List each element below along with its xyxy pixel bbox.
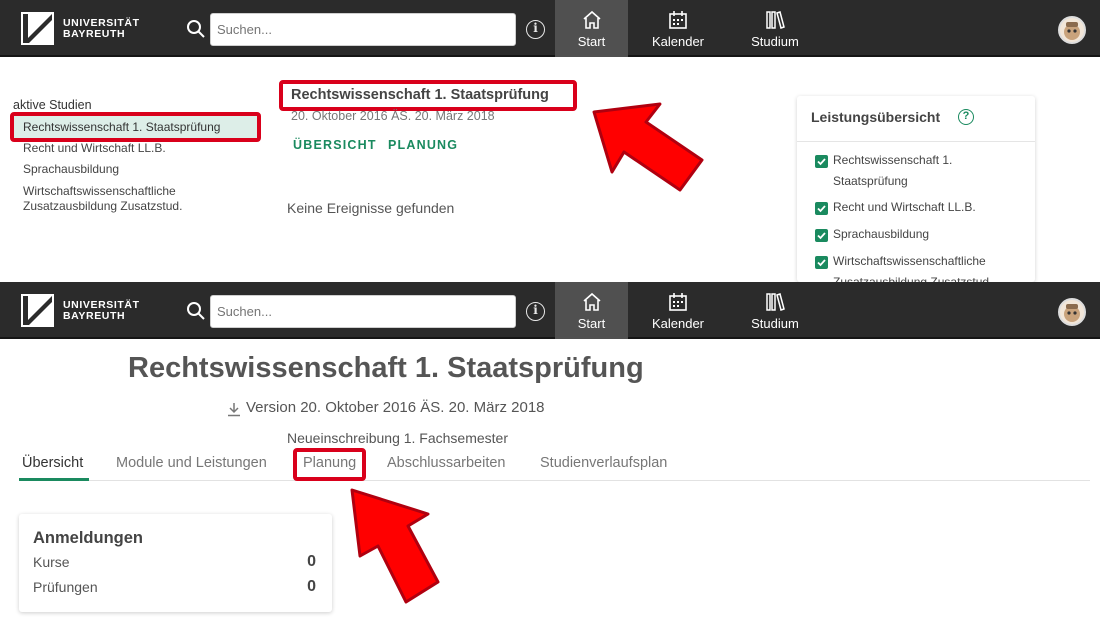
checkbox-checked[interactable] — [815, 256, 828, 269]
nav-start-label: Start — [577, 34, 606, 49]
search-input[interactable] — [210, 13, 516, 46]
tab-uebersicht[interactable]: Übersicht — [22, 455, 83, 471]
nav-kalender-label: Kalender — [651, 34, 705, 49]
search-icon[interactable] — [186, 19, 206, 39]
nav-studium[interactable]: Studium — [740, 0, 810, 57]
nav-start-label: Start — [577, 316, 606, 331]
books-icon — [766, 11, 785, 29]
university-logo[interactable]: UNIVERSITÄT BAYREUTH — [21, 12, 141, 45]
nav-kalender[interactable]: Kalender — [640, 282, 716, 339]
books-icon — [766, 293, 785, 311]
info-icon[interactable]: i — [526, 302, 545, 321]
active-tab-indicator — [19, 478, 89, 481]
user-avatar[interactable] — [1058, 16, 1086, 44]
checkbox-checked[interactable] — [815, 229, 828, 242]
enrollment-text: Neueinschreibung 1. Fachsemester — [287, 430, 509, 446]
performance-overview-card: Leistungsübersicht ? Rechtswissenschaft … — [797, 96, 1035, 282]
search-input[interactable] — [210, 295, 516, 328]
registrations-title: Anmeldungen — [33, 529, 143, 547]
registrations-card: Anmeldungen Kurse 0 Prüfungen 0 — [19, 514, 332, 612]
sidebar-item-recht-wirtschaft[interactable]: Recht und Wirtschaft LL.B. — [23, 141, 166, 156]
nav-studium-label: Studium — [751, 34, 799, 49]
tab-abschlussarbeiten[interactable]: Abschlussarbeiten — [387, 455, 506, 471]
tab-studienverlaufsplan[interactable]: Studienverlaufsplan — [540, 455, 667, 471]
logo-line2: BAYREUTH — [63, 27, 126, 40]
logo-mark-icon — [21, 294, 54, 327]
no-events-text: Keine Ereignisse gefunden — [287, 200, 455, 216]
study-version: 20. Oktober 2016 ÄS. 20. März 2018 — [291, 109, 495, 123]
checkbox-checked[interactable] — [815, 202, 828, 215]
logo-line1: UNIVERSITÄT — [63, 298, 140, 311]
highlight-box-sidebar — [10, 112, 261, 142]
nav-start[interactable]: Start — [555, 0, 628, 57]
checkbox-checked[interactable] — [815, 155, 828, 168]
version-text[interactable]: Version 20. Oktober 2016 ÄS. 20. März 20… — [246, 399, 545, 416]
checkbox-label: Sprachausbildung — [833, 227, 930, 241]
highlight-box-planung — [293, 448, 366, 481]
calendar-icon — [669, 11, 687, 29]
download-icon[interactable] — [227, 402, 241, 417]
nav-kalender[interactable]: Kalender — [640, 0, 716, 57]
top-header-2: UNIVERSITÄT BAYREUTH i Start Kalender St… — [0, 282, 1100, 339]
university-logo[interactable]: UNIVERSITÄT BAYREUTH — [21, 294, 141, 327]
checkbox-label: Rechtswissenschaft 1. Staatsprüfung — [833, 153, 953, 188]
nav-studium[interactable]: Studium — [740, 282, 810, 339]
logo-mark-icon — [21, 12, 54, 45]
performance-title: Leistungsübersicht — [811, 109, 941, 125]
tabs-divider — [19, 480, 1090, 481]
logo-line1: UNIVERSITÄT — [63, 16, 140, 29]
registration-row-label: Kurse — [33, 554, 70, 570]
home-icon — [582, 292, 601, 311]
nav-kalender-label: Kalender — [651, 316, 705, 331]
home-icon — [582, 10, 601, 29]
checkbox-label: Recht und Wirtschaft LL.B. — [833, 200, 976, 214]
registration-row-label: Prüfungen — [33, 579, 98, 595]
tab-module-leistungen[interactable]: Module und Leistungen — [116, 455, 267, 471]
page-title: Rechtswissenschaft 1. Staatsprüfung — [128, 352, 644, 384]
logo-line2: BAYREUTH — [63, 309, 126, 322]
registration-row-value: 0 — [307, 578, 316, 595]
checkbox-label: Wirtschaftswissenschaftliche Zusatzausbi… — [833, 254, 993, 282]
nav-start[interactable]: Start — [555, 282, 628, 339]
red-arrow-icon — [350, 488, 440, 604]
info-icon[interactable]: i — [526, 20, 545, 39]
top-header-1: UNIVERSITÄT BAYREUTH i Start Kalender St… — [0, 0, 1100, 57]
link-planung[interactable]: PLANUNG — [388, 138, 458, 152]
search-icon[interactable] — [186, 301, 206, 321]
active-studies-heading: aktive Studien — [13, 98, 92, 112]
sidebar-item-wirtschaftswissenschaftliche[interactable]: Wirtschaftswissenschaftliche Zusatzausbi… — [23, 184, 213, 214]
logo-text: UNIVERSITÄT BAYREUTH — [63, 16, 140, 40]
user-avatar[interactable] — [1058, 298, 1086, 326]
registration-row-value: 0 — [307, 553, 316, 570]
help-icon[interactable]: ? — [958, 109, 974, 125]
calendar-icon — [669, 293, 687, 311]
logo-text: UNIVERSITÄT BAYREUTH — [63, 298, 140, 322]
red-arrow-icon — [592, 102, 704, 192]
divider — [797, 141, 1035, 142]
highlight-box-title — [279, 80, 577, 111]
link-uebersicht[interactable]: ÜBERSICHT — [293, 138, 377, 152]
nav-studium-label: Studium — [751, 316, 799, 331]
sidebar-item-sprachausbildung[interactable]: Sprachausbildung — [23, 162, 119, 177]
